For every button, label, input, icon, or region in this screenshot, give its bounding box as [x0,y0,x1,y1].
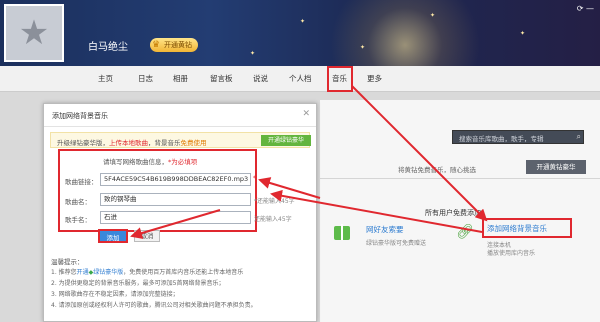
song-link-input[interactable]: 5F4ACE59C54B619B998DDBEAC82EF0.mp3 [100,173,251,186]
close-icon[interactable]: ✕ [302,109,310,119]
add-link-desc: 播放使用库内音乐 [487,250,536,257]
vip-hint-text: 将黄钻免费音乐，随心挑选 [398,166,476,174]
star-icon: ✦ [250,50,256,57]
open-vip-button[interactable]: 开通黄钻豪华 [526,160,586,174]
nav-item-profile[interactable]: 个人档 [289,73,312,84]
nav-item-messageboard[interactable]: 留言板 [210,73,233,84]
form-hint-text: 请填写网络歌曲信息， [103,158,168,166]
link-icon: 🔗︎ [456,224,474,240]
star-icon: ✦ [430,12,436,19]
required-star: * [253,174,257,182]
banner-glow [330,0,480,66]
ask-friend-desc: 绿钻豪华版可免费赠送 [366,240,427,247]
singer-remaining: 还能输入45字 [254,216,292,223]
username[interactable]: 白马绝尘 [88,38,128,53]
open-vip-badge[interactable]: ♛ 开通黄钻 [150,38,198,52]
avatar[interactable]: ★ [4,4,64,62]
green-vip-link[interactable]: 绿钻豪华版 [93,269,123,276]
tip-item: 3. 网络歌曲存在不稳定因素，请添加完整链接； [51,291,179,298]
open-link[interactable]: 开通 [77,269,89,276]
nav-item-more[interactable]: 更多 [367,73,382,84]
song-name-input[interactable]: 致的钢琴曲 [100,193,251,206]
ask-friend-link[interactable]: 网好友索要 [366,224,404,235]
vip-badge-label: 开通黄钻 [164,41,192,49]
open-green-vip-button[interactable]: 开通绿钻豪华 [261,135,311,146]
tip-text: 1. 推荐您 [51,269,77,276]
vip-upgrade-middle: ，背景音乐 [148,139,181,147]
tip-item: 4. 请添加原创或经权利人许可的歌曲，腾讯公司对相关歌曲问题不承担负责。 [51,302,257,309]
tip-item: 2. 为提供更稳定的背景音乐服务，最多可添加5首网络背景音乐； [51,280,225,287]
free-section-title: 所有用户免费添加 [425,209,481,217]
song-name-label: 歌曲名： [65,198,91,206]
nav-item-album[interactable]: 相册 [173,73,188,84]
music-search-bar[interactable]: 搜索音乐库歌曲，歌手，专辑 ⌕ [452,130,584,144]
nav-item-home[interactable]: 主页 [98,73,113,84]
star-icon: ✦ [360,44,366,51]
divider [44,126,316,127]
search-input[interactable]: 搜索音乐库歌曲，歌手，专辑 [459,133,544,143]
vip-upgrade-text: 升级绿钻豪华版，上传本地歌曲，背景音乐免费使用 [57,137,207,147]
qzone-star-icon: ★ [18,13,50,53]
vip-upgrade-prefix: 升级绿钻豪华版， [57,139,109,147]
required-note: *为必填项 [168,158,198,166]
free-use-text: 免费使用 [180,139,207,147]
vip-upgrade-banner: 升级绿钻豪华版，上传本地歌曲，背景音乐免费使用 开通绿钻豪华 [50,132,311,148]
music-highlight-box [327,66,353,92]
dialog-title: 添加网络背景音乐 [52,112,108,120]
star-icon: ✦ [520,30,526,37]
crown-icon: ♛ [152,40,161,50]
header-banner: ✦ ✦ ✦ ✦ ✦ ★ 白马绝尘 ♛ 开通黄钻 ⟳ — [0,0,600,66]
link-label: 歌曲链接： [65,178,98,186]
search-icon[interactable]: ⌕ [577,132,581,142]
tips-title: 温馨提示： [51,258,84,266]
cancel-button[interactable]: 取消 [134,230,160,242]
singer-label: 歌手名： [65,216,91,224]
tip-item: 1. 推荐您开通◆绿钻豪华版，免费使用百万首库内音乐还能上传本地音乐 [51,267,243,276]
add-button[interactable]: 添加 [98,229,128,243]
singer-input[interactable]: 石进 [100,211,251,224]
nav-item-blog[interactable]: 日志 [138,73,153,84]
main-nav: 主页 日志 相册 留言板 说说 个人档 音乐 更多 [0,66,600,92]
tip-text: ，免费使用百万首库内音乐还能上传本地音乐 [123,269,244,276]
divider [320,178,600,179]
form-hint: 请填写网络歌曲信息，*为必填项 [103,156,197,166]
star-icon: ✦ [300,18,306,25]
add-network-music-link[interactable]: 添加网络背景音乐 [487,223,547,234]
song-name-remaining: *还能输入45字 [254,198,295,205]
upload-local-text: 上传本地歌曲 [109,139,148,147]
gift-icon [334,224,350,240]
nav-item-shuoshuo[interactable]: 说说 [253,73,268,84]
window-controls[interactable]: ⟳ — [577,4,594,13]
